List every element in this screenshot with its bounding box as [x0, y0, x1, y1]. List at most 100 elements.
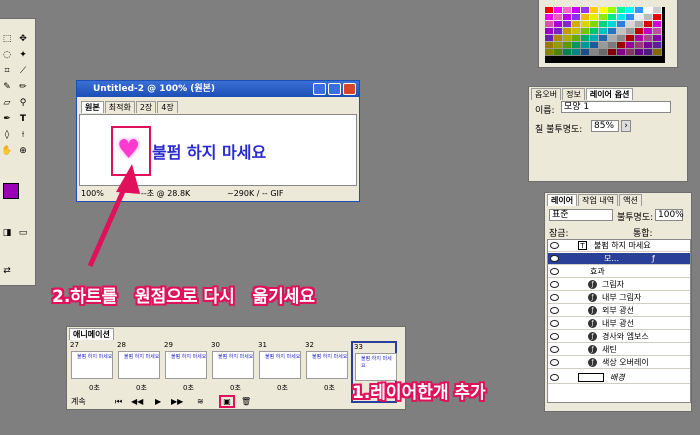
document-titlebar[interactable]: Untitled-2 @ 100% (원본)	[77, 81, 359, 97]
brush-tool[interactable]: ✎	[1, 81, 13, 93]
color-swatch[interactable]	[644, 7, 653, 14]
eye-icon[interactable]	[550, 333, 559, 340]
eye-icon[interactable]	[550, 294, 559, 301]
color-swatch[interactable]	[545, 14, 554, 21]
color-swatch[interactable]	[653, 21, 662, 28]
color-swatch[interactable]	[545, 21, 554, 28]
tab-original[interactable]: 원본	[81, 101, 104, 113]
eye-icon[interactable]	[550, 307, 559, 314]
tab-2up[interactable]: 2장	[135, 101, 157, 113]
color-swatch[interactable]	[626, 49, 635, 56]
type-tool[interactable]: T	[17, 113, 29, 125]
tab-4up[interactable]: 4장	[157, 101, 178, 113]
color-swatch[interactable]	[554, 7, 563, 14]
color-swatch[interactable]	[626, 14, 635, 21]
animation-frame[interactable]: 29 불펌 하지 마세요 0초	[163, 341, 209, 403]
name-field[interactable]: 모양 1	[561, 101, 671, 113]
color-swatch[interactable]	[644, 14, 653, 21]
color-swatch[interactable]	[590, 42, 599, 49]
color-swatch[interactable]	[653, 49, 662, 56]
color-swatch[interactable]	[608, 35, 617, 42]
play-icon[interactable]: ▶	[155, 395, 161, 408]
color-swatch[interactable]	[563, 21, 572, 28]
fill-opacity-field[interactable]: 85%	[591, 120, 619, 132]
color-swatch[interactable]	[599, 35, 608, 42]
color-swatch[interactable]	[608, 7, 617, 14]
eraser-tool[interactable]: ▱	[1, 97, 13, 109]
maximize-button[interactable]	[328, 83, 341, 95]
color-swatch[interactable]	[626, 42, 635, 49]
frame-duration[interactable]: 0초	[324, 383, 335, 393]
color-swatch[interactable]	[608, 42, 617, 49]
animation-frame[interactable]: 32 불펌 하지 마세요 0초	[304, 341, 350, 403]
tab-actions[interactable]: 액션	[619, 194, 642, 206]
screen-mode-icon[interactable]: ▭	[17, 227, 29, 239]
color-swatch[interactable]	[608, 21, 617, 28]
frame-duration[interactable]: 0초	[230, 383, 241, 393]
color-swatch[interactable]	[635, 28, 644, 35]
jump-to-icon[interactable]: ⇄	[1, 265, 13, 277]
effects-row[interactable]: 효과	[548, 266, 690, 278]
color-swatch[interactable]	[572, 14, 581, 21]
crop-tool[interactable]: ⌗	[1, 65, 13, 77]
color-swatch[interactable]	[545, 7, 554, 14]
color-swatch[interactable]	[590, 28, 599, 35]
color-swatch[interactable]	[644, 42, 653, 49]
color-swatch[interactable]	[644, 21, 653, 28]
eye-icon[interactable]	[550, 268, 559, 275]
close-button[interactable]	[343, 83, 356, 95]
color-swatch[interactable]	[626, 28, 635, 35]
effect-row[interactable]: ƒ 그림자	[548, 279, 690, 291]
swatch-grid[interactable]	[545, 7, 665, 63]
color-swatch[interactable]	[590, 35, 599, 42]
color-swatch[interactable]	[635, 21, 644, 28]
eye-icon[interactable]	[550, 255, 559, 262]
effect-row[interactable]: ƒ 외부 광선	[548, 305, 690, 317]
tween-icon[interactable]: ≋	[197, 395, 204, 408]
color-swatch[interactable]	[626, 35, 635, 42]
color-swatch[interactable]	[608, 49, 617, 56]
color-swatch[interactable]	[626, 7, 635, 14]
eye-icon[interactable]	[550, 281, 559, 288]
color-swatch[interactable]	[590, 14, 599, 21]
color-swatch[interactable]	[554, 14, 563, 21]
color-swatch[interactable]	[653, 14, 662, 21]
color-swatch[interactable]	[554, 35, 563, 42]
eye-icon[interactable]	[550, 359, 559, 366]
loop-select[interactable]: 계속	[71, 395, 86, 408]
color-swatch[interactable]	[563, 35, 572, 42]
color-swatch[interactable]	[563, 14, 572, 21]
color-swatch[interactable]	[581, 42, 590, 49]
foreground-color-swatch[interactable]	[3, 183, 19, 199]
color-swatch[interactable]	[581, 49, 590, 56]
color-swatch[interactable]	[545, 42, 554, 49]
color-swatch[interactable]	[581, 28, 590, 35]
animation-frame[interactable]: 31 불펌 하지 마세요 0초	[257, 341, 303, 403]
color-swatch[interactable]	[590, 7, 599, 14]
tab-color[interactable]: 옵오버	[531, 88, 562, 100]
color-swatch[interactable]	[581, 14, 590, 21]
color-swatch[interactable]	[653, 42, 662, 49]
effect-row[interactable]: ƒ 새틴	[548, 344, 690, 356]
color-swatch[interactable]	[572, 28, 581, 35]
pencil-tool[interactable]: ✏	[17, 81, 29, 93]
color-swatch[interactable]	[590, 21, 599, 28]
color-swatch[interactable]	[599, 49, 608, 56]
color-swatch[interactable]	[563, 28, 572, 35]
delete-frame-icon[interactable]: 🗑	[241, 395, 251, 408]
color-swatch[interactable]	[599, 21, 608, 28]
color-swatch[interactable]	[599, 7, 608, 14]
color-swatch[interactable]	[617, 42, 626, 49]
layer-shape[interactable]: 모... ƒ	[548, 253, 690, 265]
color-swatch[interactable]	[644, 35, 653, 42]
animation-frame[interactable]: 28 불펌 하지 마세요 0초	[116, 341, 162, 403]
color-swatch[interactable]	[581, 35, 590, 42]
color-swatch[interactable]	[545, 28, 554, 35]
marquee-tool[interactable]: ⬚	[1, 33, 13, 45]
color-swatch[interactable]	[563, 49, 572, 56]
animation-frame[interactable]: 27 불펌 하지 마세요 0초	[69, 341, 115, 403]
pen-tool[interactable]: ✒	[1, 113, 13, 125]
color-swatch[interactable]	[608, 14, 617, 21]
color-swatch[interactable]	[554, 21, 563, 28]
color-swatch[interactable]	[635, 7, 644, 14]
